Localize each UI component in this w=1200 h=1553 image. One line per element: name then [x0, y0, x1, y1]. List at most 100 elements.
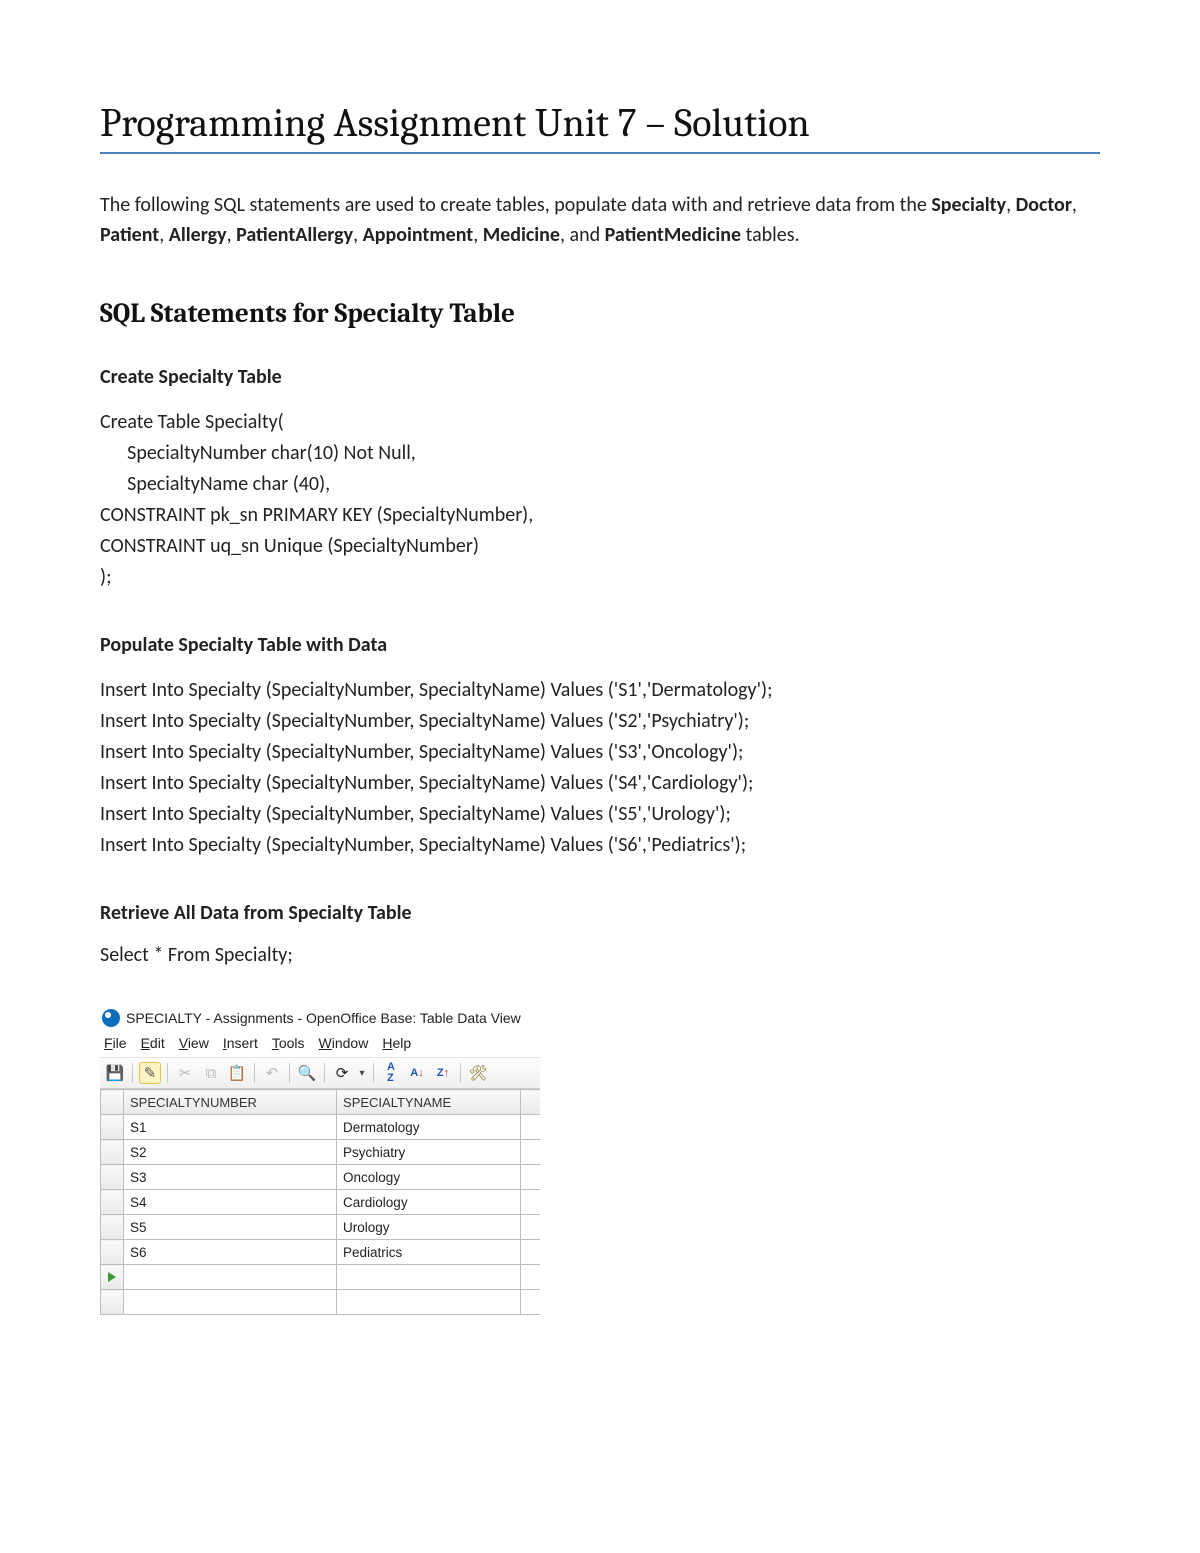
table-row[interactable]: S1 Dermatology — [101, 1115, 541, 1140]
toolbar: 💾 ✎ ✂ ⧉ 📋 ↶ 🔍 ⟳ ▾ AZ A↓ Z↑ 🛠 — [100, 1057, 540, 1089]
table-row[interactable]: S6 Pediatrics — [101, 1240, 541, 1265]
table-row[interactable]: S3 Oncology — [101, 1165, 541, 1190]
create-sql-block: Create Table Specialty( SpecialtyNumber … — [100, 407, 1100, 593]
refresh-dropdown-icon[interactable]: ▾ — [357, 1062, 367, 1084]
save-icon[interactable]: 💾 — [104, 1062, 126, 1084]
cell-specialtynumber[interactable]: S3 — [124, 1165, 337, 1190]
page-title: Programming Assignment Unit 7 – Solution — [100, 100, 1100, 146]
cell-empty — [521, 1190, 540, 1215]
separator — [324, 1063, 325, 1083]
window-title: SPECIALTY - Assignments - OpenOffice Bas… — [126, 1010, 521, 1026]
table-row-blank — [101, 1290, 541, 1315]
document-page: Programming Assignment Unit 7 – Solution… — [0, 0, 1200, 1553]
cell-empty — [124, 1290, 337, 1315]
cell-empty — [521, 1240, 540, 1265]
intro-and: , and — [560, 223, 605, 247]
cell-empty — [521, 1215, 540, 1240]
row-selector[interactable] — [101, 1165, 124, 1190]
menu-edit[interactable]: Edit — [141, 1035, 165, 1051]
paste-icon[interactable]: 📋 — [226, 1062, 248, 1084]
insert-sql-block: Insert Into Specialty (SpecialtyNumber, … — [100, 675, 1100, 861]
cell-specialtynumber[interactable]: S4 — [124, 1190, 337, 1215]
cell-specialtynumber[interactable]: S6 — [124, 1240, 337, 1265]
new-record-row[interactable] — [101, 1265, 541, 1290]
data-grid[interactable]: SPECIALTYNUMBER SPECIALTYNAME S1 Dermato… — [100, 1089, 540, 1315]
row-selector[interactable] — [101, 1115, 124, 1140]
table-row[interactable]: S5 Urology — [101, 1215, 541, 1240]
intro-table-5: Appointment — [363, 223, 474, 247]
table-row[interactable]: S4 Cardiology — [101, 1190, 541, 1215]
separator — [289, 1063, 290, 1083]
cell-empty — [337, 1290, 521, 1315]
select-sql-block: Select * From Specialty; — [100, 943, 1100, 967]
cell-empty — [521, 1115, 540, 1140]
col-header-empty — [521, 1090, 540, 1115]
cell-specialtyname[interactable]: Urology — [337, 1215, 521, 1240]
menu-file[interactable]: File — [104, 1035, 127, 1051]
intro-table-2: Patient — [100, 223, 159, 247]
menu-view[interactable]: View — [179, 1035, 209, 1051]
separator — [167, 1063, 168, 1083]
col-header-specialtyname[interactable]: SPECIALTYNAME — [337, 1090, 521, 1115]
cell-specialtyname[interactable]: Psychiatry — [337, 1140, 521, 1165]
separator — [373, 1063, 374, 1083]
intro-table-7: PatientMedicine — [605, 223, 741, 247]
find-icon[interactable]: 🔍 — [296, 1062, 318, 1084]
cell-specialtyname[interactable] — [337, 1265, 521, 1290]
intro-table-0: Specialty — [931, 193, 1006, 217]
refresh-icon[interactable]: ⟳ — [331, 1062, 353, 1084]
intro-table-6: Medicine — [483, 223, 560, 247]
cell-specialtyname[interactable]: Dermatology — [337, 1115, 521, 1140]
intro-table-4: PatientAllergy — [236, 223, 353, 247]
openoffice-logo-icon — [102, 1009, 120, 1027]
cell-specialtyname[interactable]: Oncology — [337, 1165, 521, 1190]
cell-specialtynumber[interactable]: S1 — [124, 1115, 337, 1140]
row-selector-header[interactable] — [101, 1090, 124, 1115]
separator — [254, 1063, 255, 1083]
heading-retrieve: Retrieve All Data from Specialty Table — [100, 901, 1100, 925]
table-row[interactable]: S2 Psychiatry — [101, 1140, 541, 1165]
row-selector[interactable] — [101, 1140, 124, 1165]
grid-body: S1 Dermatology S2 Psychiatry S3 Oncology — [101, 1115, 541, 1315]
row-selector[interactable] — [101, 1240, 124, 1265]
row-selector[interactable] — [101, 1190, 124, 1215]
row-selector[interactable] — [101, 1215, 124, 1240]
intro-table-3: Allergy — [169, 223, 227, 247]
row-selector[interactable] — [101, 1290, 124, 1315]
cell-specialtynumber[interactable] — [124, 1265, 337, 1290]
autofilter-icon[interactable]: 🛠 — [467, 1062, 489, 1084]
cell-specialtyname[interactable]: Pediatrics — [337, 1240, 521, 1265]
cell-empty — [521, 1290, 540, 1315]
cell-empty — [521, 1165, 540, 1190]
cell-specialtynumber[interactable]: S2 — [124, 1140, 337, 1165]
intro-paragraph: The following SQL statements are used to… — [100, 190, 1100, 250]
section-heading: SQL Statements for Specialty Table — [100, 298, 1100, 329]
cut-icon[interactable]: ✂ — [174, 1062, 196, 1084]
openoffice-base-window: SPECIALTY - Assignments - OpenOffice Bas… — [100, 1007, 540, 1315]
menu-window[interactable]: Window — [319, 1035, 369, 1051]
cell-empty — [521, 1140, 540, 1165]
intro-post: tables. — [741, 223, 799, 247]
sort-asc-icon[interactable]: A↓ — [406, 1062, 428, 1084]
heading-populate: Populate Specialty Table with Data — [100, 633, 1100, 657]
cell-specialtyname[interactable]: Cardiology — [337, 1190, 521, 1215]
header-row: SPECIALTYNUMBER SPECIALTYNAME — [101, 1090, 541, 1115]
intro-table-1: Doctor — [1016, 193, 1072, 217]
intro-pre: The following SQL statements are used to… — [100, 193, 931, 217]
undo-icon[interactable]: ↶ — [261, 1062, 283, 1084]
sort-order-icon[interactable]: AZ — [380, 1062, 402, 1084]
window-titlebar: SPECIALTY - Assignments - OpenOffice Bas… — [100, 1007, 540, 1033]
copy-icon[interactable]: ⧉ — [200, 1062, 222, 1084]
menubar: File Edit View Insert Tools Window Help — [100, 1033, 540, 1057]
cell-specialtynumber[interactable]: S5 — [124, 1215, 337, 1240]
menu-tools[interactable]: Tools — [272, 1035, 305, 1051]
title-rule — [100, 152, 1100, 154]
menu-help[interactable]: Help — [382, 1035, 411, 1051]
heading-create: Create Specialty Table — [100, 365, 1100, 389]
sort-desc-icon[interactable]: Z↑ — [432, 1062, 454, 1084]
cell-empty — [521, 1265, 540, 1290]
menu-insert[interactable]: Insert — [223, 1035, 258, 1051]
new-record-icon[interactable] — [101, 1265, 124, 1290]
edit-data-icon[interactable]: ✎ — [139, 1062, 161, 1084]
col-header-specialtynumber[interactable]: SPECIALTYNUMBER — [124, 1090, 337, 1115]
